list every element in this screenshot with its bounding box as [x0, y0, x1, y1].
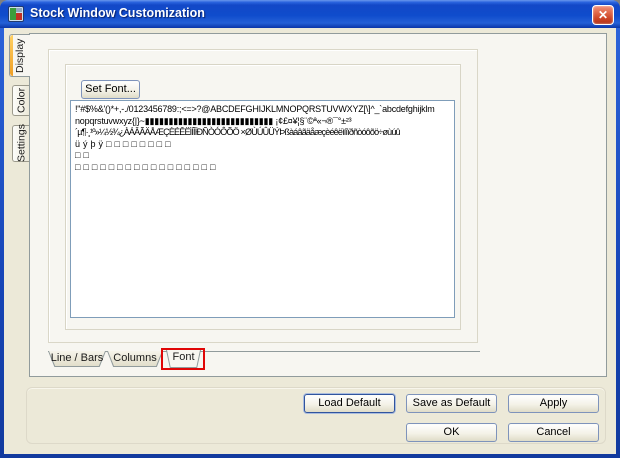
- title-bar: Stock Window Customization ✕: [0, 0, 620, 28]
- bottom-tab-columns[interactable]: Columns: [107, 351, 163, 367]
- load-default-button[interactable]: Load Default: [304, 394, 395, 413]
- app-icon-red-block: [16, 13, 22, 20]
- side-tab-color-label: Color: [13, 86, 30, 115]
- dialog-client-area: Display Color Settings Set Font... !"#$%…: [4, 28, 616, 454]
- button-panel: Load Default Save as Default Apply OK Ca…: [26, 387, 606, 444]
- font-group-box: Set Font... !"#$%&'()*+,-./0123456789:;<…: [65, 64, 461, 330]
- side-tab-display[interactable]: Display: [9, 34, 30, 77]
- cancel-button[interactable]: Cancel: [508, 423, 599, 442]
- bottom-tab-line-bars[interactable]: Line / Bars: [48, 351, 106, 367]
- display-tab-page: Set Font... !"#$%&'()*+,-./0123456789:;<…: [29, 33, 607, 377]
- side-tab-color[interactable]: Color: [12, 85, 30, 116]
- side-tab-settings-label: Settings: [13, 126, 30, 161]
- ok-button[interactable]: OK: [406, 423, 497, 442]
- font-tab-page-frame: Set Font... !"#$%&'()*+,-./0123456789:;<…: [48, 49, 478, 343]
- side-tab-settings[interactable]: Settings: [12, 125, 30, 162]
- dialog-window: Stock Window Customization ✕ Display Col…: [0, 0, 620, 458]
- bottom-tab-line-bars-label: Line / Bars: [48, 351, 106, 367]
- app-icon: [8, 6, 24, 22]
- bottom-tab-columns-label: Columns: [107, 351, 163, 367]
- font-preview-line: ´µ¶·¸¹º»¼½¾¿ÀÁÂÃÄÅÆÇÈÉÊËÌÍÎÏÐÑÒÓÔÕÖ ×ØÙÚ…: [75, 127, 450, 139]
- app-icon-gray-block: [16, 8, 22, 12]
- bottom-tab-font[interactable]: Font: [166, 350, 201, 368]
- font-preview-line: nopqrstuvwxyz{|}~▮▮▮▮▮▮▮▮▮▮▮▮▮▮▮▮▮▮▮▮▮▮▮…: [75, 116, 450, 128]
- font-preview-line: !"#$%&'()*+,-./0123456789:;<=>?@ABCDEFGH…: [75, 104, 450, 116]
- close-button[interactable]: ✕: [592, 5, 614, 25]
- save-as-default-button[interactable]: Save as Default: [406, 394, 497, 413]
- apply-button[interactable]: Apply: [508, 394, 599, 413]
- font-preview-line: □□: [75, 150, 450, 162]
- set-font-button[interactable]: Set Font...: [81, 80, 140, 99]
- bottom-tab-font-label: Font: [166, 350, 201, 368]
- font-preview-line: üýþÿ□□□□□□□□: [75, 139, 450, 151]
- window-title: Stock Window Customization: [30, 6, 205, 20]
- close-icon: ✕: [598, 8, 608, 22]
- font-preview-line: □□□□□□□□□□□□□□□□□: [75, 162, 450, 174]
- side-tab-display-label: Display: [10, 35, 30, 76]
- font-preview-box: !"#$%&'()*+,-./0123456789:;<=>?@ABCDEFGH…: [70, 100, 455, 318]
